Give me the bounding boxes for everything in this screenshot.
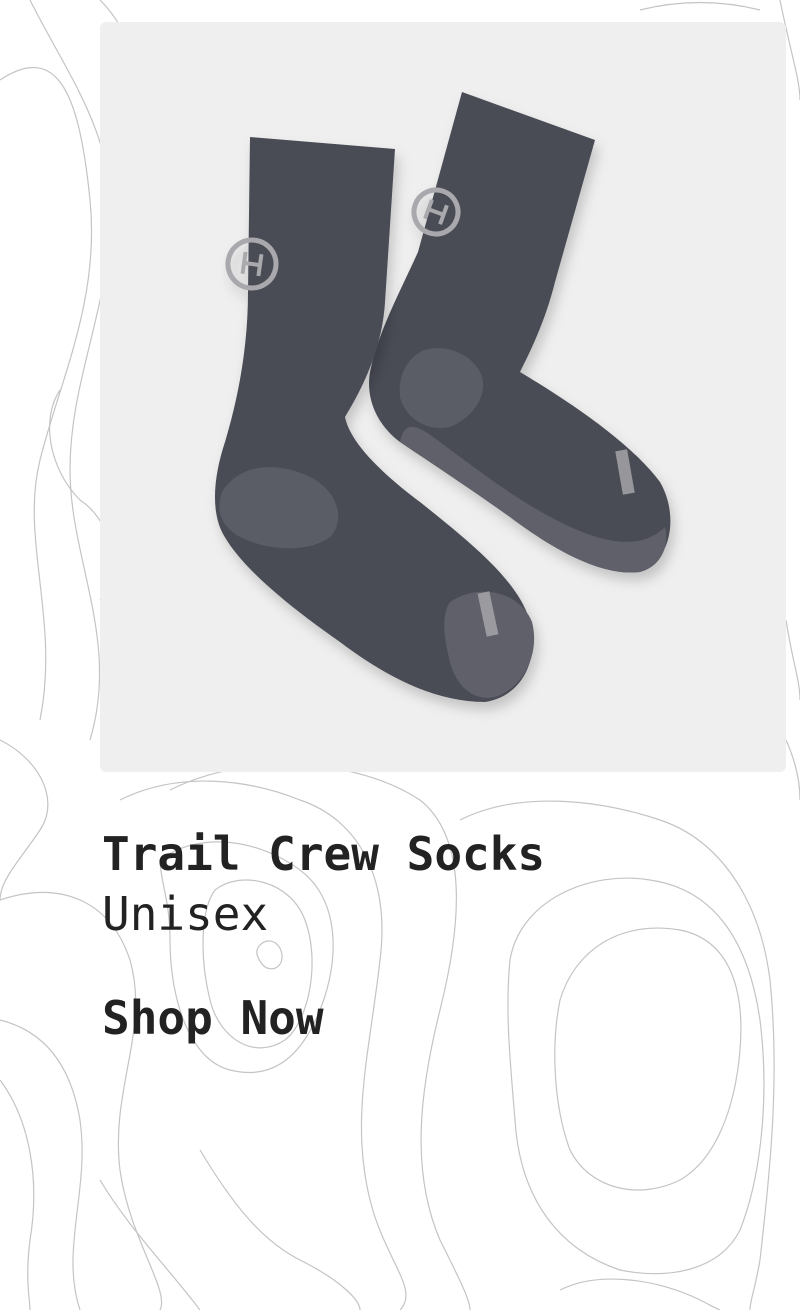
shop-now-link[interactable]: Shop Now bbox=[102, 990, 324, 1046]
product-image[interactable] bbox=[100, 22, 786, 772]
product-info: Trail Crew Socks Unisex Shop Now bbox=[102, 826, 545, 1046]
socks-illustration bbox=[214, 92, 671, 702]
product-card-page: Trail Crew Socks Unisex Shop Now bbox=[0, 0, 800, 1310]
product-name[interactable]: Trail Crew Socks bbox=[102, 826, 545, 882]
product-variant: Unisex bbox=[102, 887, 269, 941]
